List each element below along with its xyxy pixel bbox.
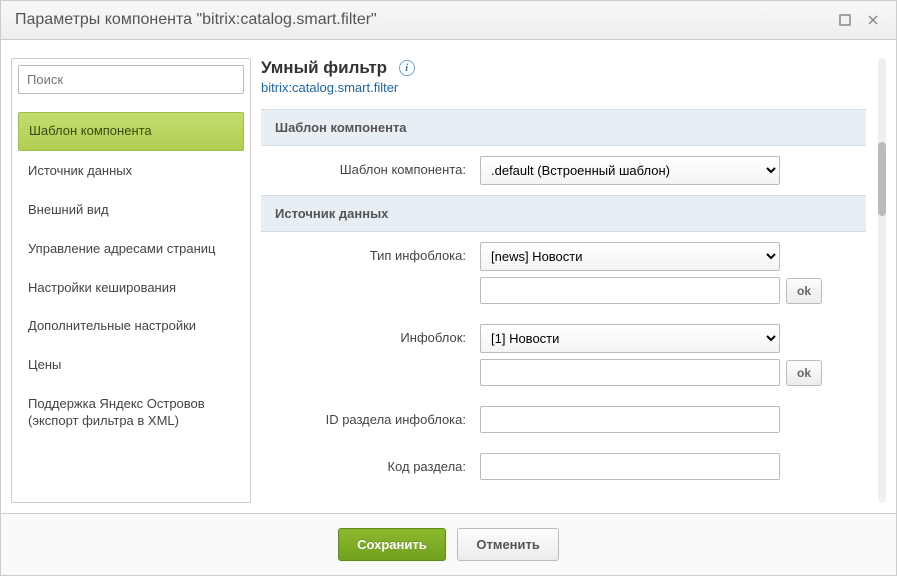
titlebar: Параметры компонента "bitrix:catalog.sma… bbox=[1, 1, 896, 40]
close-icon[interactable] bbox=[864, 11, 882, 29]
input-iblock-type-manual[interactable] bbox=[480, 277, 780, 304]
ok-button-iblock[interactable]: ok bbox=[786, 360, 822, 386]
label-section-code: Код раздела: bbox=[275, 453, 480, 474]
select-iblock[interactable]: [1] Новости bbox=[480, 324, 780, 353]
row-iblock-type: Тип инфоблока: [news] Новости ok bbox=[261, 232, 866, 314]
sidebar-inner: Шаблон компонента Источник данных Внешни… bbox=[11, 58, 251, 503]
input-section-id[interactable] bbox=[480, 406, 780, 433]
select-iblock-type[interactable]: [news] Новости bbox=[480, 242, 780, 271]
dialog-title: Параметры компонента "bitrix:catalog.sma… bbox=[15, 11, 826, 29]
nav-item-yandex[interactable]: Поддержка Яндекс Островов (экспорт фильт… bbox=[18, 386, 244, 440]
row-section-id: ID раздела инфоблока: bbox=[261, 396, 866, 443]
ok-button-iblock-type[interactable]: ok bbox=[786, 278, 822, 304]
sidebar: Шаблон компонента Источник данных Внешни… bbox=[11, 58, 251, 503]
search-input[interactable] bbox=[18, 65, 244, 94]
scrollbar[interactable] bbox=[878, 58, 886, 503]
cancel-button[interactable]: Отменить bbox=[457, 528, 559, 561]
nav-item-template[interactable]: Шаблон компонента bbox=[18, 112, 244, 151]
component-params-dialog: Параметры компонента "bitrix:catalog.sma… bbox=[0, 0, 897, 576]
scrollbar-thumb[interactable] bbox=[878, 142, 886, 216]
label-section-id: ID раздела инфоблока: bbox=[275, 406, 480, 427]
input-iblock-manual[interactable] bbox=[480, 359, 780, 386]
label-template: Шаблон компонента: bbox=[275, 156, 480, 177]
label-iblock: Инфоблок: bbox=[275, 324, 480, 345]
group-header-template: Шаблон компонента bbox=[261, 109, 866, 146]
label-iblock-type: Тип инфоблока: bbox=[275, 242, 480, 263]
nav-item-urls[interactable]: Управление адресами страниц bbox=[18, 231, 244, 268]
nav-item-datasource[interactable]: Источник данных bbox=[18, 153, 244, 190]
nav-item-appearance[interactable]: Внешний вид bbox=[18, 192, 244, 229]
component-title: Умный фильтр bbox=[261, 58, 387, 78]
dialog-footer: Сохранить Отменить bbox=[1, 513, 896, 575]
nav-item-prices[interactable]: Цены bbox=[18, 347, 244, 384]
select-template[interactable]: .default (Встроенный шаблон) bbox=[480, 156, 780, 185]
nav-item-additional[interactable]: Дополнительные настройки bbox=[18, 308, 244, 345]
dialog-body: Шаблон компонента Источник данных Внешни… bbox=[1, 40, 896, 513]
component-header: Умный фильтр i bitrix:catalog.smart.filt… bbox=[261, 58, 866, 95]
row-template: Шаблон компонента: .default (Встроенный … bbox=[261, 146, 866, 195]
main-panel: Умный фильтр i bitrix:catalog.smart.filt… bbox=[261, 58, 886, 503]
nav-item-cache[interactable]: Настройки кеширования bbox=[18, 270, 244, 307]
component-name: bitrix:catalog.smart.filter bbox=[261, 80, 866, 95]
group-header-datasource: Источник данных bbox=[261, 195, 866, 232]
main-scroll[interactable]: Умный фильтр i bitrix:catalog.smart.filt… bbox=[261, 58, 878, 503]
search-box bbox=[18, 65, 244, 94]
save-button[interactable]: Сохранить bbox=[338, 528, 446, 561]
row-iblock: Инфоблок: [1] Новости ok bbox=[261, 314, 866, 396]
input-section-code[interactable] bbox=[480, 453, 780, 480]
info-icon[interactable]: i bbox=[399, 60, 415, 76]
maximize-icon[interactable] bbox=[836, 11, 854, 29]
row-section-code: Код раздела: bbox=[261, 443, 866, 490]
